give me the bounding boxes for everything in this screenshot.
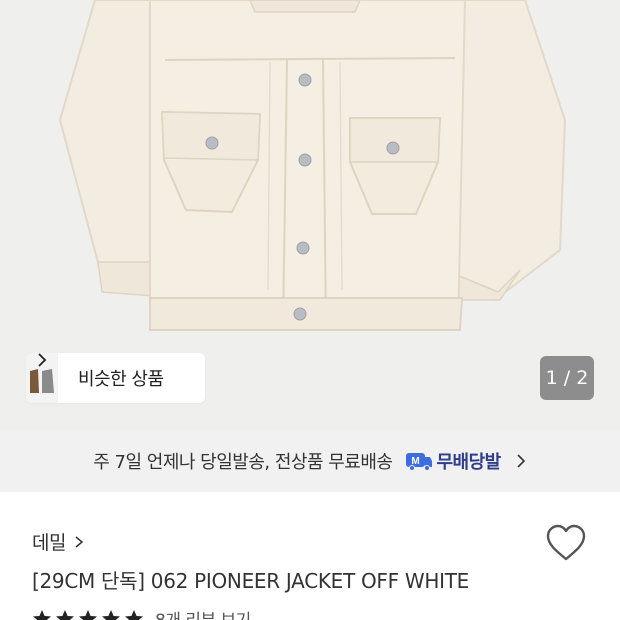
chevron-right-icon [75, 535, 84, 548]
star-icon [79, 609, 97, 620]
rating-row[interactable]: 8개 리뷰 보기 [32, 606, 251, 620]
chevron-right-icon [38, 353, 47, 367]
review-link[interactable]: 8개 리뷰 보기 [155, 606, 251, 620]
rating-stars [32, 609, 147, 620]
star-icon [125, 609, 143, 620]
star-icon [33, 609, 51, 620]
similar-products-label: 비슷한 상품 [78, 369, 164, 390]
delivery-badge: M 무배당발 [405, 448, 501, 474]
brand-name: 데밀 [32, 532, 66, 554]
star-icon [102, 609, 120, 620]
delivery-truck-icon: M [405, 453, 432, 471]
carousel-page-indicator: 1 / 2 [540, 356, 594, 400]
product-title: [29CM 단독] 062 PIONEER JACKET OFF WHITE [32, 569, 469, 593]
chevron-right-icon [517, 454, 525, 468]
star-icon [56, 609, 74, 620]
delivery-badge-label: 무배당발 [436, 452, 502, 473]
wishlist-heart-icon[interactable] [545, 524, 587, 562]
delivery-text: 주 7일 언제나 당일발송, 전상품 무료배송 [93, 452, 393, 473]
brand-link[interactable]: 데밀 [32, 528, 84, 555]
similar-products-button[interactable]: 비슷한 상품 [26, 353, 205, 403]
product-image-carousel[interactable]: 비슷한 상품 1 / 2 [0, 0, 620, 430]
delivery-icon-letter: M [411, 456, 419, 467]
delivery-banner[interactable]: 주 7일 언제나 당일발송, 전상품 무료배송 M 무배당발 [0, 430, 620, 492]
